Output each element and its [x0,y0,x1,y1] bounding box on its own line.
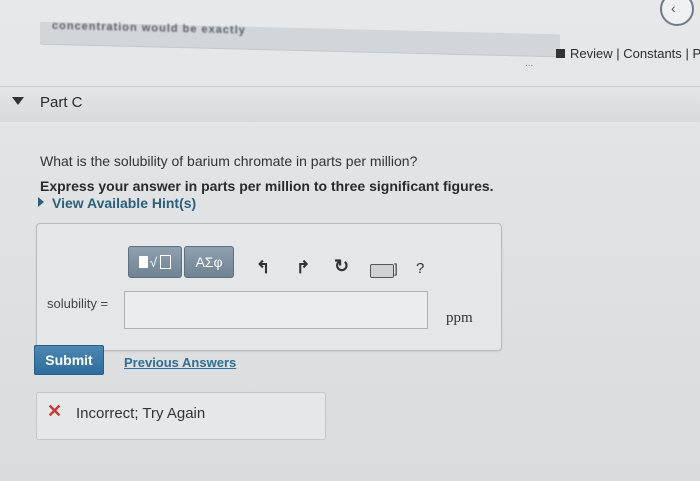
sqrt-icon: √ [149,254,158,270]
redo-icon[interactable]: ↱ [296,258,310,278]
undo-icon[interactable]: ↰ [256,258,270,278]
view-hints-link[interactable]: View Available Hint(s) [38,195,196,211]
template-block-icon [138,256,148,268]
unit-label: ppm [446,310,473,326]
templates-button[interactable]: √ [128,246,182,278]
submit-button[interactable]: Submit [34,345,104,375]
greek-symbols-button[interactable]: ΑΣφ [184,246,234,278]
help-icon[interactable]: ? [416,260,424,277]
feedback-text: Incorrect; Try Again [76,405,206,422]
back-nav-button[interactable]: ‹ [660,0,694,26]
banner-trailing: ... [525,58,534,69]
separator: | [616,46,620,61]
part-title: Part C [40,94,83,111]
template-box-icon [160,255,172,269]
keyboard-icon[interactable] [370,264,394,278]
question-prompt: What is the solubility of barium chromat… [40,153,418,169]
incorrect-x-icon: ✕ [47,401,63,421]
answer-box [36,223,502,351]
review-square-icon [556,49,565,58]
previous-answers-link[interactable]: Previous Answers [124,355,236,370]
keyboard-bracket: ] [394,261,398,276]
review-constants-bar: Review | Constants | Pe [556,46,700,61]
periodic-table-link[interactable]: Pe [692,46,700,61]
answer-instruction: Express your answer in parts per million… [40,178,494,194]
hints-label: View Available Hint(s) [52,195,197,211]
constants-link[interactable]: Constants [623,46,682,61]
solubility-label: solubility = [47,296,109,311]
caret-right-icon [38,197,44,207]
solubility-input[interactable] [124,291,428,329]
reset-icon[interactable]: ↻ [334,256,349,277]
separator: | [685,46,689,61]
collapse-arrow-icon[interactable] [12,97,24,105]
chevron-left-icon: ‹ [671,0,676,16]
part-header[interactable] [0,86,700,123]
review-link[interactable]: Review [570,46,613,61]
